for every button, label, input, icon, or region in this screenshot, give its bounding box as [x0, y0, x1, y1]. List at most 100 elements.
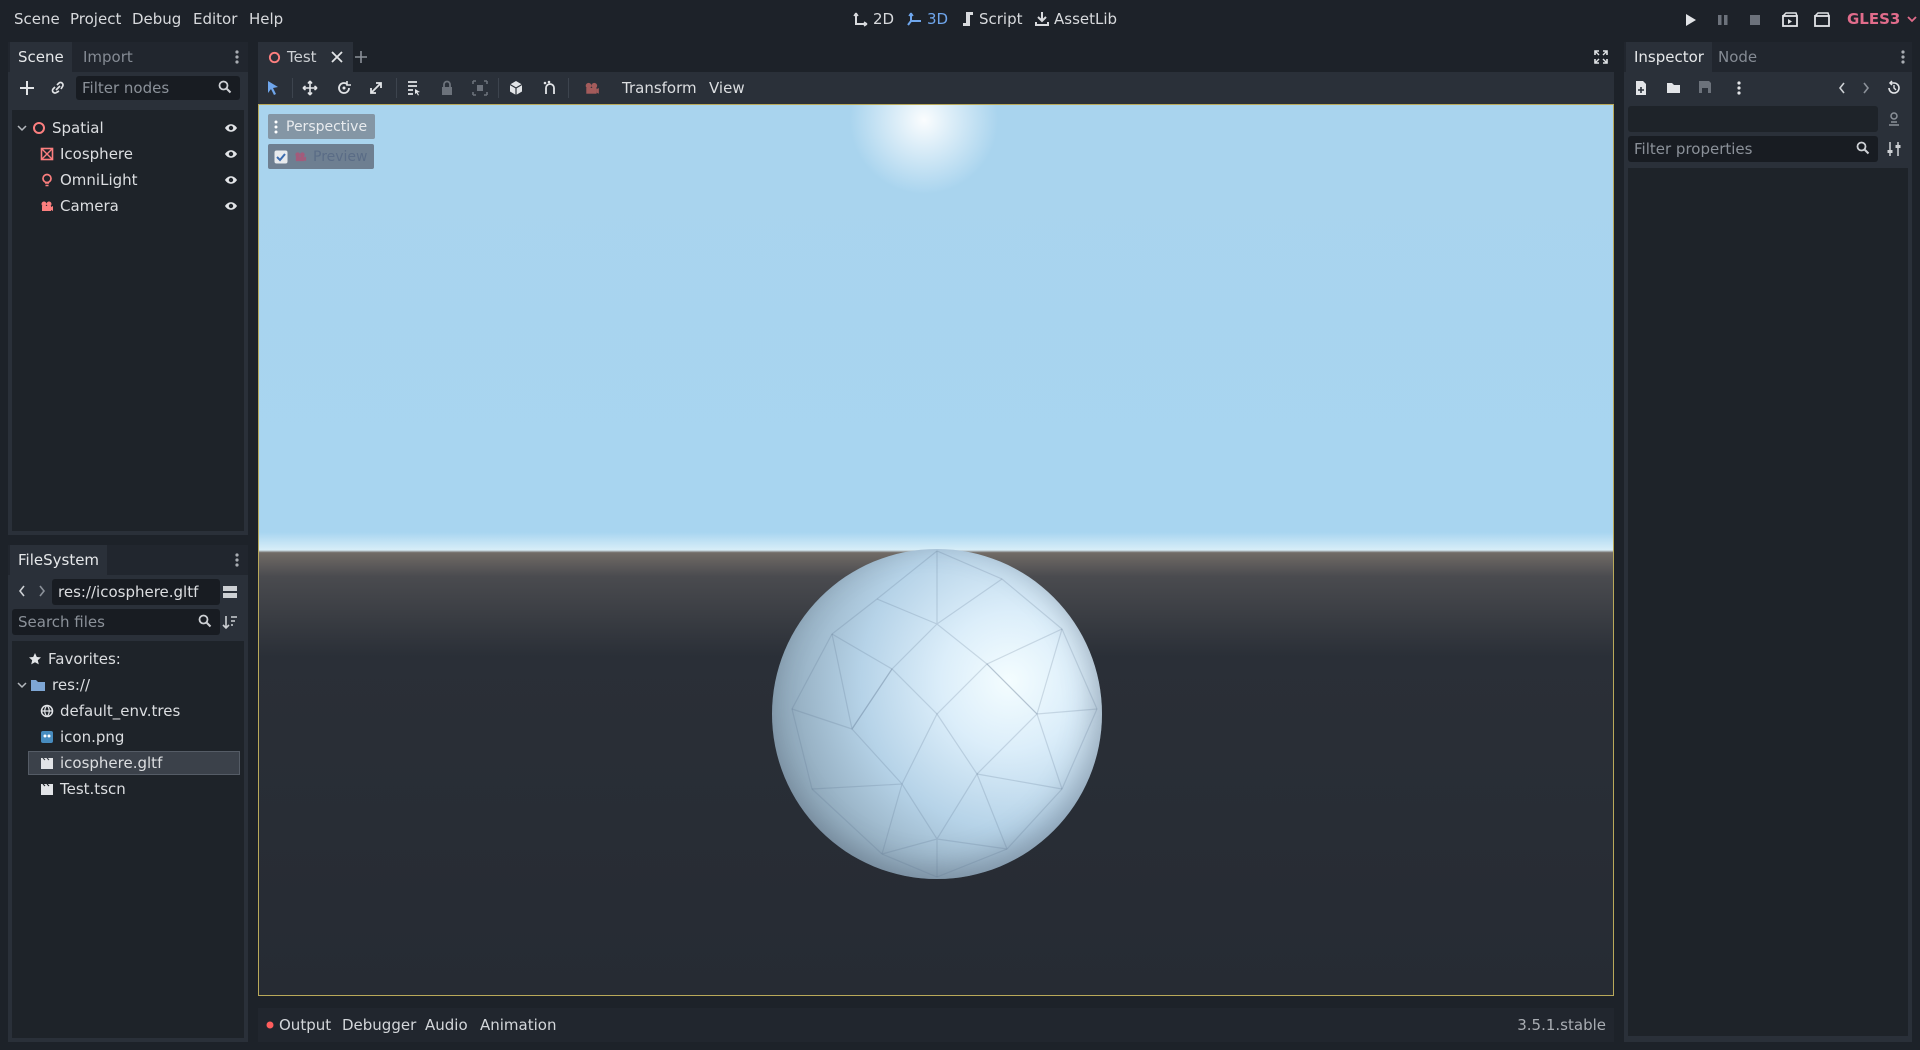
- workspace-script-label: Script: [979, 10, 1023, 28]
- visibility-eye-icon[interactable]: [224, 148, 238, 160]
- group-icon[interactable]: [472, 80, 488, 96]
- object-history-icon[interactable]: [1886, 80, 1902, 96]
- workspace-assetlib-label: AssetLib: [1054, 10, 1118, 28]
- scene-tree: Spatial Icosphere OmniLight Camera: [12, 110, 244, 531]
- play-icon[interactable]: [1684, 12, 1698, 28]
- icosphere-mesh[interactable]: [772, 549, 1102, 879]
- property-settings-icon[interactable]: [1886, 141, 1902, 157]
- menu-debug[interactable]: Debug: [132, 10, 181, 28]
- scale-tool-icon[interactable]: [368, 80, 384, 96]
- tree-node-camera[interactable]: Camera: [40, 194, 119, 218]
- dock-menu-icon[interactable]: [234, 552, 240, 568]
- tab-node[interactable]: Node: [1710, 42, 1765, 72]
- bottom-tab-output[interactable]: Output: [266, 1016, 331, 1034]
- download-icon: [1034, 11, 1050, 27]
- 3d-viewport[interactable]: Perspective Preview: [258, 104, 1614, 996]
- close-icon[interactable]: [330, 51, 343, 63]
- open-folder-icon[interactable]: [1666, 80, 1682, 96]
- tree-node-spatial[interactable]: Spatial: [16, 116, 104, 140]
- tab-filesystem[interactable]: FileSystem: [10, 545, 108, 575]
- tab-scene[interactable]: Scene: [10, 42, 72, 72]
- local-space-icon[interactable]: [508, 80, 524, 96]
- search-files-input[interactable]: Search files: [12, 609, 220, 635]
- menu-help[interactable]: Help: [249, 10, 283, 28]
- list-select-icon[interactable]: [406, 80, 422, 96]
- snap-icon[interactable]: [542, 80, 558, 96]
- chevron-down-icon[interactable]: [16, 681, 28, 689]
- stop-icon[interactable]: [1748, 12, 1762, 28]
- rotate-tool-icon[interactable]: [336, 80, 352, 96]
- visibility-eye-icon[interactable]: [224, 122, 238, 134]
- add-node-icon[interactable]: [19, 80, 35, 96]
- bottom-tab-label: Audio: [425, 1016, 468, 1034]
- file-item[interactable]: icon.png: [40, 725, 124, 749]
- view-menu[interactable]: View: [709, 79, 745, 97]
- renderer-select[interactable]: GLES3: [1847, 10, 1918, 28]
- more-options-icon[interactable]: [1736, 80, 1742, 96]
- new-resource-icon[interactable]: [1634, 80, 1648, 96]
- bottom-tab-animation[interactable]: Animation: [480, 1016, 556, 1034]
- dock-menu-icon[interactable]: [234, 49, 240, 65]
- filter-properties-input[interactable]: Filter properties: [1628, 136, 1878, 162]
- tree-node-icosphere[interactable]: Icosphere: [40, 142, 133, 166]
- play-scene-icon[interactable]: [1782, 12, 1798, 28]
- perspective-menu-button[interactable]: Perspective: [268, 114, 376, 139]
- camera-override-icon[interactable]: [584, 80, 600, 96]
- tree-node-omnilight[interactable]: OmniLight: [40, 168, 138, 192]
- workspace-2d-button[interactable]: 2D: [853, 10, 894, 28]
- workspace-assetlib-button[interactable]: AssetLib: [1034, 10, 1117, 28]
- object-properties-icon[interactable]: [1886, 111, 1902, 127]
- menu-project[interactable]: Project: [70, 10, 121, 28]
- forward-arrow-icon[interactable]: [38, 584, 46, 598]
- workspace-script-button[interactable]: Script: [961, 10, 1023, 28]
- transform-menu[interactable]: Transform: [622, 79, 697, 97]
- history-forward-icon[interactable]: [1862, 81, 1870, 95]
- visibility-eye-icon[interactable]: [224, 174, 238, 186]
- visibility-eye-icon[interactable]: [224, 200, 238, 212]
- toggle-split-icon[interactable]: [222, 584, 238, 600]
- camera-icon: [294, 150, 307, 163]
- error-dot-icon: [266, 1021, 274, 1029]
- scene-tab-test[interactable]: Test: [258, 42, 353, 72]
- tree-node-label: Icosphere: [60, 145, 133, 163]
- workspace-3d-button[interactable]: 3D: [907, 10, 948, 28]
- tab-inspector[interactable]: Inspector: [1626, 42, 1712, 72]
- pause-icon[interactable]: [1716, 12, 1730, 28]
- favorites-label: Favorites:: [48, 650, 121, 668]
- select-tool-icon[interactable]: [266, 80, 280, 96]
- camera-preview-toggle[interactable]: Preview: [268, 144, 374, 169]
- res-root-row[interactable]: res://: [16, 673, 90, 697]
- bottom-tab-debugger[interactable]: Debugger: [342, 1016, 416, 1034]
- file-item[interactable]: Test.tscn: [40, 777, 126, 801]
- object-path-field[interactable]: [1628, 106, 1878, 132]
- path-value: res://icosphere.gltf: [58, 583, 199, 601]
- lock-icon[interactable]: [440, 80, 454, 96]
- file-tree: Favorites: res:// default_env.tres icon.…: [12, 641, 244, 1038]
- save-icon[interactable]: [1698, 80, 1712, 94]
- instance-scene-icon[interactable]: [50, 80, 66, 96]
- tab-import[interactable]: Import: [75, 42, 141, 72]
- checkbox-checked-icon[interactable]: [274, 150, 288, 164]
- workspace-2d-label: 2D: [873, 10, 895, 28]
- move-tool-icon[interactable]: [302, 80, 318, 96]
- history-back-icon[interactable]: [1838, 81, 1846, 95]
- file-item-selected[interactable]: icosphere.gltf: [28, 751, 240, 775]
- bottom-tab-audio[interactable]: Audio: [425, 1016, 468, 1034]
- dock-menu-icon[interactable]: [1900, 49, 1906, 65]
- search-icon: [1856, 141, 1870, 155]
- scene-dock-body: Filter nodes Spatial Icosphere OmniLight…: [8, 72, 248, 535]
- path-input[interactable]: res://icosphere.gltf: [52, 579, 220, 605]
- menu-scene[interactable]: Scene: [14, 10, 60, 28]
- menu-editor[interactable]: Editor: [193, 10, 237, 28]
- favorites-row[interactable]: Favorites:: [28, 647, 121, 671]
- bottom-tab-label: Debugger: [342, 1016, 417, 1034]
- chevron-down-icon[interactable]: [16, 124, 28, 132]
- add-tab-icon[interactable]: [354, 50, 368, 64]
- sort-icon[interactable]: [222, 614, 238, 630]
- filter-nodes-input[interactable]: Filter nodes: [76, 76, 240, 100]
- distraction-free-icon[interactable]: [1594, 50, 1608, 64]
- back-arrow-icon[interactable]: [18, 584, 26, 598]
- play-custom-scene-icon[interactable]: [1814, 12, 1830, 28]
- perspective-label: Perspective: [286, 118, 368, 135]
- file-item[interactable]: default_env.tres: [40, 699, 180, 723]
